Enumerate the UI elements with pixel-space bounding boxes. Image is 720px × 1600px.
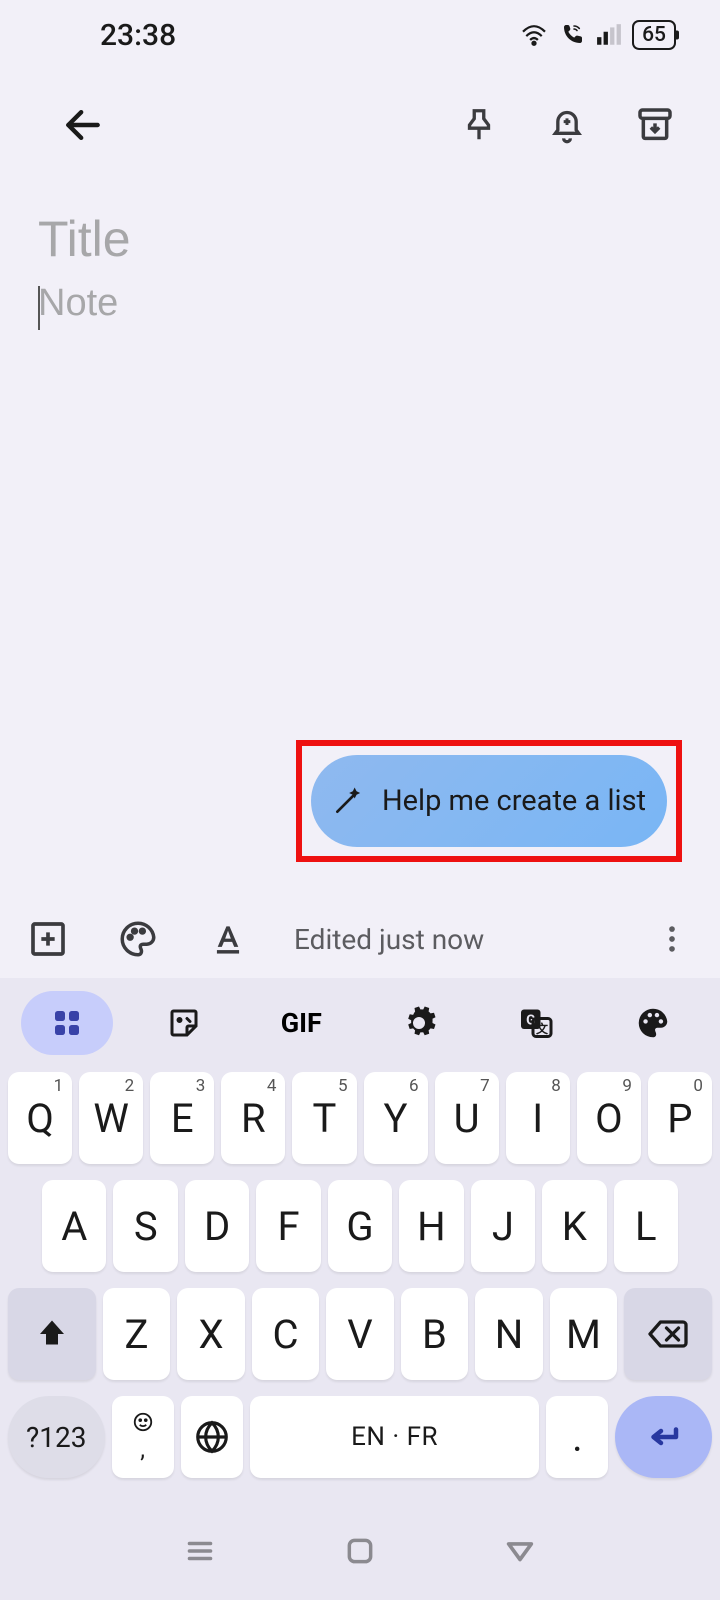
key-a[interactable]: A [42, 1180, 106, 1272]
suggestion-label: Help me create a list [382, 784, 646, 818]
recents-button[interactable] [175, 1526, 225, 1576]
palette-button[interactable] [114, 915, 162, 963]
bell-plus-icon [547, 105, 587, 145]
home-button[interactable] [335, 1526, 385, 1576]
enter-key[interactable] [615, 1396, 712, 1478]
editor-bottom-bar: Edited just now [0, 900, 720, 978]
note-body-input[interactable] [38, 282, 682, 325]
keyboard-toolbar: GIF G 文 [0, 978, 720, 1068]
gif-label: GIF [281, 1007, 322, 1039]
key-q[interactable]: Q1 [8, 1072, 72, 1164]
sticker-button[interactable] [138, 991, 230, 1055]
title-input[interactable] [38, 210, 682, 268]
archive-icon [635, 105, 675, 145]
key-p[interactable]: P0 [648, 1072, 712, 1164]
wifi-icon [520, 24, 548, 46]
backspace-key[interactable] [624, 1288, 712, 1380]
key-s[interactable]: S [113, 1180, 177, 1272]
comma-label: , [140, 1435, 145, 1463]
signal-icon [596, 24, 622, 46]
palette-icon [117, 918, 159, 960]
palette-filled-icon [634, 1004, 672, 1042]
key-g[interactable]: G [328, 1180, 392, 1272]
edited-label: Edited just now [294, 923, 484, 956]
square-icon [344, 1535, 376, 1567]
text-format-icon [209, 920, 247, 958]
gear-icon [401, 1005, 437, 1041]
key-l[interactable]: L [614, 1180, 678, 1272]
suggestion-highlight: Help me create a list [296, 740, 682, 862]
key-i[interactable]: I8 [506, 1072, 570, 1164]
key-t[interactable]: T5 [292, 1072, 356, 1164]
globe-icon [193, 1418, 231, 1456]
key-n[interactable]: N [475, 1288, 543, 1380]
keyboard-apps-button[interactable] [21, 991, 113, 1055]
key-r[interactable]: R4 [221, 1072, 285, 1164]
soft-keyboard: GIF G 文 Q1W2E3R4T5Y6U7I8O9P0 ASDFGHJKL [0, 978, 720, 1600]
magic-wand-icon [332, 785, 364, 817]
emoji-icon [132, 1411, 154, 1433]
status-bar: 23:38 65 [0, 0, 720, 70]
pin-icon [460, 106, 498, 144]
enter-icon [643, 1419, 685, 1455]
key-f[interactable]: F [256, 1180, 320, 1272]
gif-button[interactable]: GIF [255, 991, 347, 1055]
space-label: EN · FR [351, 1422, 438, 1452]
key-j[interactable]: J [471, 1180, 535, 1272]
key-h[interactable]: H [399, 1180, 463, 1272]
reminder-button[interactable] [532, 90, 602, 160]
key-k[interactable]: K [542, 1180, 606, 1272]
key-u[interactable]: U7 [435, 1072, 499, 1164]
menu-icon [182, 1533, 218, 1569]
more-vert-icon [655, 922, 689, 956]
status-icons: 65 [520, 20, 676, 50]
key-c[interactable]: C [252, 1288, 320, 1380]
theme-button[interactable] [607, 991, 699, 1055]
key-m[interactable]: M [550, 1288, 618, 1380]
text-cursor [38, 286, 40, 330]
key-d[interactable]: D [185, 1180, 249, 1272]
add-button[interactable] [24, 915, 72, 963]
svg-text:文: 文 [536, 1021, 549, 1036]
back-nav-button[interactable] [495, 1526, 545, 1576]
app-toolbar [0, 70, 720, 180]
archive-button[interactable] [620, 90, 690, 160]
text-format-button[interactable] [204, 915, 252, 963]
key-e[interactable]: E3 [150, 1072, 214, 1164]
pin-button[interactable] [444, 90, 514, 160]
shift-key[interactable] [8, 1288, 96, 1380]
backspace-icon [647, 1316, 689, 1352]
key-z[interactable]: Z [103, 1288, 171, 1380]
emoji-key[interactable]: , [112, 1396, 174, 1478]
language-key[interactable] [181, 1396, 243, 1478]
grid-icon [51, 1007, 83, 1039]
triangle-down-icon [503, 1534, 537, 1568]
help-create-list-chip[interactable]: Help me create a list [311, 755, 667, 847]
keyboard-settings-button[interactable] [373, 991, 465, 1055]
translate-button[interactable]: G 文 [490, 991, 582, 1055]
back-button[interactable] [48, 90, 118, 160]
key-x[interactable]: X [177, 1288, 245, 1380]
plus-box-icon [28, 919, 68, 959]
arrow-left-icon [61, 103, 105, 147]
sticker-icon [166, 1005, 202, 1041]
phone-wifi-icon [558, 23, 586, 47]
key-w[interactable]: W2 [79, 1072, 143, 1164]
key-o[interactable]: O9 [577, 1072, 641, 1164]
symbols-key[interactable]: ?123 [8, 1396, 105, 1478]
period-key[interactable]: . [546, 1396, 608, 1478]
shift-icon [34, 1316, 70, 1352]
more-button[interactable] [648, 915, 696, 963]
key-b[interactable]: B [401, 1288, 469, 1380]
symbols-label: ?123 [26, 1421, 86, 1454]
period-label: . [572, 1414, 583, 1461]
key-v[interactable]: V [326, 1288, 394, 1380]
system-navbar [0, 1502, 720, 1600]
clock: 23:38 [100, 18, 176, 53]
space-key[interactable]: EN · FR [250, 1396, 540, 1478]
key-y[interactable]: Y6 [364, 1072, 428, 1164]
translate-icon: G 文 [518, 1005, 554, 1041]
battery-indicator: 65 [632, 20, 676, 50]
keyboard-rows: Q1W2E3R4T5Y6U7I8O9P0 ASDFGHJKL ZXCVBNM ?… [0, 1068, 720, 1478]
